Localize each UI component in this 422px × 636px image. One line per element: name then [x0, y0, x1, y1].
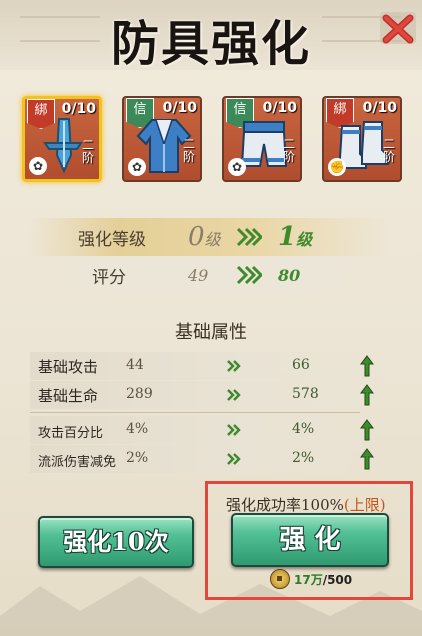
tier-label: 二阶	[382, 137, 395, 164]
attribute-row: 基础攻击 44 66	[30, 352, 390, 380]
flower-badge-icon: ✿	[128, 158, 146, 176]
chevron-right-icon	[227, 389, 241, 401]
coin-icon	[270, 569, 290, 589]
attribute-name: 攻击百分比	[38, 426, 104, 441]
attribute-from: 2%	[126, 450, 149, 466]
attribute-row: 基础生命 289 578	[30, 381, 390, 409]
attribute-to: 66	[292, 357, 310, 373]
score-from: 49	[188, 265, 209, 285]
score-row: 评分 49 80	[28, 256, 392, 294]
enhance-level-label: 强化等级	[78, 229, 146, 250]
attribute-name: 基础攻击	[38, 358, 99, 376]
attribute-to: 578	[292, 386, 319, 402]
flower-badge-icon: ✿	[29, 157, 47, 175]
score-to: 80	[278, 265, 301, 285]
level-from: 0级	[188, 222, 221, 252]
divider	[30, 412, 360, 413]
attribute-name: 流派伤害减免	[38, 455, 117, 470]
attribute-to: 2%	[292, 450, 315, 466]
chevron-right-icon	[236, 227, 262, 247]
equipment-slots: 綁 0/10 二阶 ✿ 信 0/10 二阶 ✿ 信 0/10 二阶 ✿ 綁 0/…	[22, 96, 412, 188]
slot-boots[interactable]: 綁 0/10 二阶 ✊	[322, 96, 402, 182]
enhance-button[interactable]: 强 化	[231, 513, 389, 567]
arrow-up-icon	[360, 384, 374, 406]
level-to: 1级	[278, 222, 313, 252]
attribute-from: 289	[126, 386, 153, 402]
attribute-name: 基础生命	[38, 387, 99, 405]
chevron-right-icon	[227, 360, 241, 372]
attribute-from: 44	[126, 357, 144, 373]
arrow-up-icon	[360, 419, 374, 441]
slot-pants[interactable]: 信 0/10 二阶 ✿	[222, 96, 302, 182]
slot-robe[interactable]: 信 0/10 二阶 ✿	[122, 96, 202, 182]
enhance-10-button[interactable]: 强化10次	[38, 516, 194, 568]
attribute-row: 攻击百分比 4% 4%	[30, 416, 390, 444]
rate-limit-label: (上限)	[343, 496, 386, 514]
score-label: 评分	[92, 267, 126, 288]
arrow-up-icon	[360, 448, 374, 470]
enhance-level-row: 强化等级 0级 1级	[28, 218, 392, 256]
attribute-to: 4%	[292, 421, 315, 437]
attribute-row: 流派伤害减免 2% 2%	[30, 445, 390, 473]
fist-badge-icon: ✊	[328, 158, 346, 176]
slot-amulet[interactable]: 綁 0/10 二阶 ✿	[22, 96, 102, 182]
attribute-from: 4%	[126, 421, 149, 437]
tier-label: 二阶	[182, 137, 195, 164]
success-rate: 强化成功率100%(上限)	[226, 496, 386, 514]
section-title: 基础属性	[175, 322, 247, 343]
chevron-right-icon	[227, 424, 241, 436]
tier-label: 二阶	[282, 137, 295, 164]
cost-label: 17万/500	[294, 573, 353, 587]
arrow-up-icon	[360, 355, 374, 377]
armor-enhance-panel: 防具强化 綁 0/10 二阶 ✿ 信 0/10 二阶 ✿ 信 0/10 二阶 ✿…	[0, 0, 422, 636]
page-title: 防具强化	[110, 16, 311, 72]
close-icon[interactable]	[378, 8, 418, 48]
flower-badge-icon: ✿	[228, 158, 246, 176]
tier-label: 二阶	[81, 138, 94, 165]
chevron-right-icon	[236, 265, 262, 285]
chevron-right-icon	[227, 453, 241, 465]
